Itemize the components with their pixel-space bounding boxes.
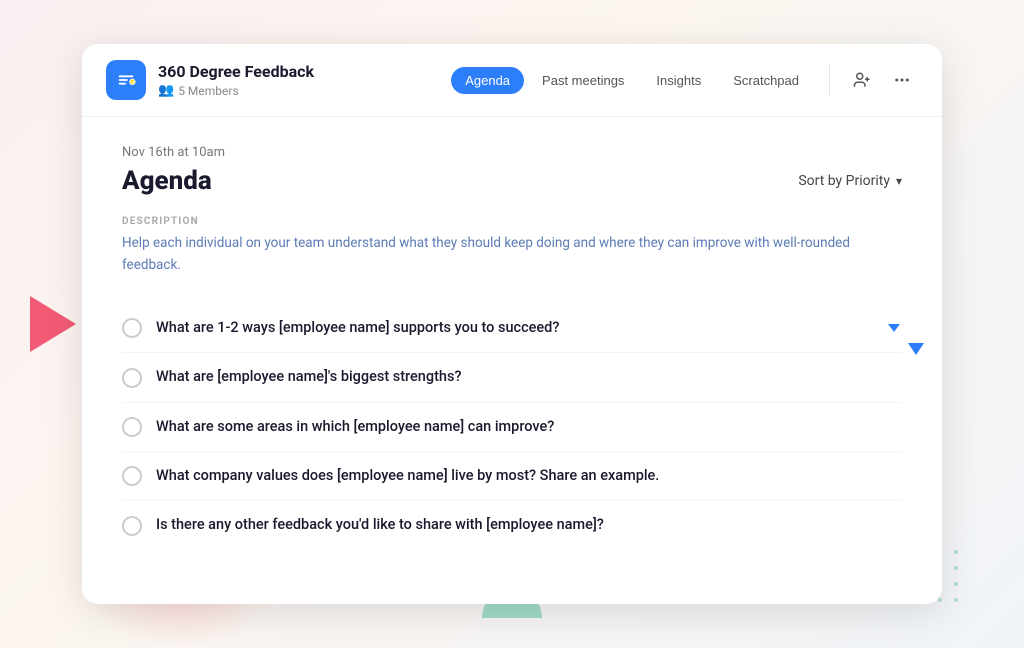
agenda-list: What are 1-2 ways [employee name] suppor… [122, 304, 902, 549]
agenda-item-text: What are 1-2 ways [employee name] suppor… [156, 318, 559, 338]
agenda-item-text: What are [employee name]'s biggest stren… [156, 367, 462, 387]
content-area: Nov 16th at 10am Agenda Sort by Priority… [82, 117, 942, 578]
header: 360 Degree Feedback 👥 5 Members Agenda P… [82, 44, 942, 117]
agenda-item: What are some areas in which [employee n… [122, 403, 902, 452]
meeting-title: 360 Degree Feedback [158, 62, 451, 81]
background-triangle [30, 296, 76, 352]
page-title: Agenda [122, 166, 212, 196]
header-actions [829, 64, 918, 96]
radio-button[interactable] [122, 417, 142, 437]
right-side-dropdown-icon [906, 339, 926, 363]
meeting-members: 👥 5 Members [158, 83, 451, 98]
radio-button[interactable] [122, 318, 142, 338]
agenda-item: Is there any other feedback you'd like t… [122, 501, 902, 549]
content-header: Agenda Sort by Priority ▾ [122, 166, 902, 196]
tab-agenda[interactable]: Agenda [451, 67, 524, 94]
agenda-item-text: What company values does [employee name]… [156, 466, 659, 486]
main-card: 360 Degree Feedback 👥 5 Members Agenda P… [82, 44, 942, 604]
radio-button[interactable] [122, 368, 142, 388]
description-text: Help each individual on your team unders… [122, 233, 902, 276]
more-options-button[interactable] [886, 64, 918, 96]
header-nav: Agenda Past meetings Insights Scratchpad [451, 67, 813, 94]
tab-past-meetings[interactable]: Past meetings [528, 67, 638, 94]
radio-button[interactable] [122, 466, 142, 486]
description-section-label: DESCRIPTION [122, 216, 902, 227]
tab-insights[interactable]: Insights [642, 67, 715, 94]
sort-chevron-icon: ▾ [896, 174, 902, 188]
dropdown-triangle-icon [886, 320, 902, 336]
radio-button[interactable] [122, 516, 142, 536]
tab-scratchpad[interactable]: Scratchpad [719, 67, 813, 94]
sort-label: Sort by Priority [798, 173, 890, 189]
agenda-item-text: What are some areas in which [employee n… [156, 417, 554, 437]
members-count: 5 Members [178, 84, 238, 98]
meeting-info: 360 Degree Feedback 👥 5 Members [158, 62, 451, 98]
agenda-item: What company values does [employee name]… [122, 452, 902, 501]
sort-control[interactable]: Sort by Priority ▾ [798, 173, 902, 189]
app-icon [106, 60, 146, 100]
agenda-item: What are [employee name]'s biggest stren… [122, 353, 902, 402]
members-icon: 👥 [158, 83, 174, 98]
date-label: Nov 16th at 10am [122, 145, 902, 160]
agenda-item: What are 1-2 ways [employee name] suppor… [122, 304, 902, 353]
agenda-item-text: Is there any other feedback you'd like t… [156, 515, 604, 535]
add-member-button[interactable] [846, 64, 878, 96]
